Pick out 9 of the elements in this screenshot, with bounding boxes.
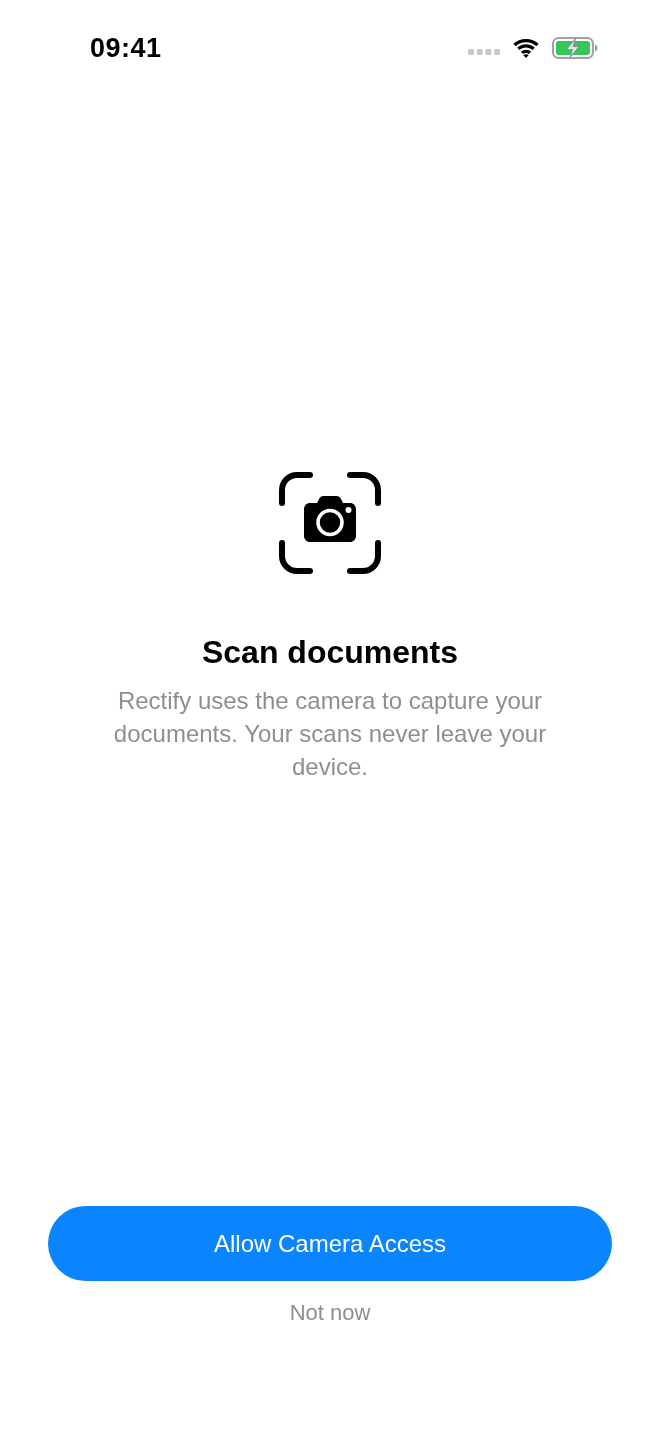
allow-camera-button[interactable]: Allow Camera Access [48,1206,612,1281]
camera-viewfinder-icon [279,472,381,574]
battery-charging-icon [552,37,598,59]
signal-dots-icon [468,49,500,55]
not-now-button[interactable]: Not now [281,1299,379,1327]
permission-title: Scan documents [201,633,459,672]
permission-description: Rectify uses the camera to capture your documents. Your scans never leave your device. [112,686,548,782]
wifi-icon [512,38,540,58]
status-time: 09:41 [90,32,162,64]
